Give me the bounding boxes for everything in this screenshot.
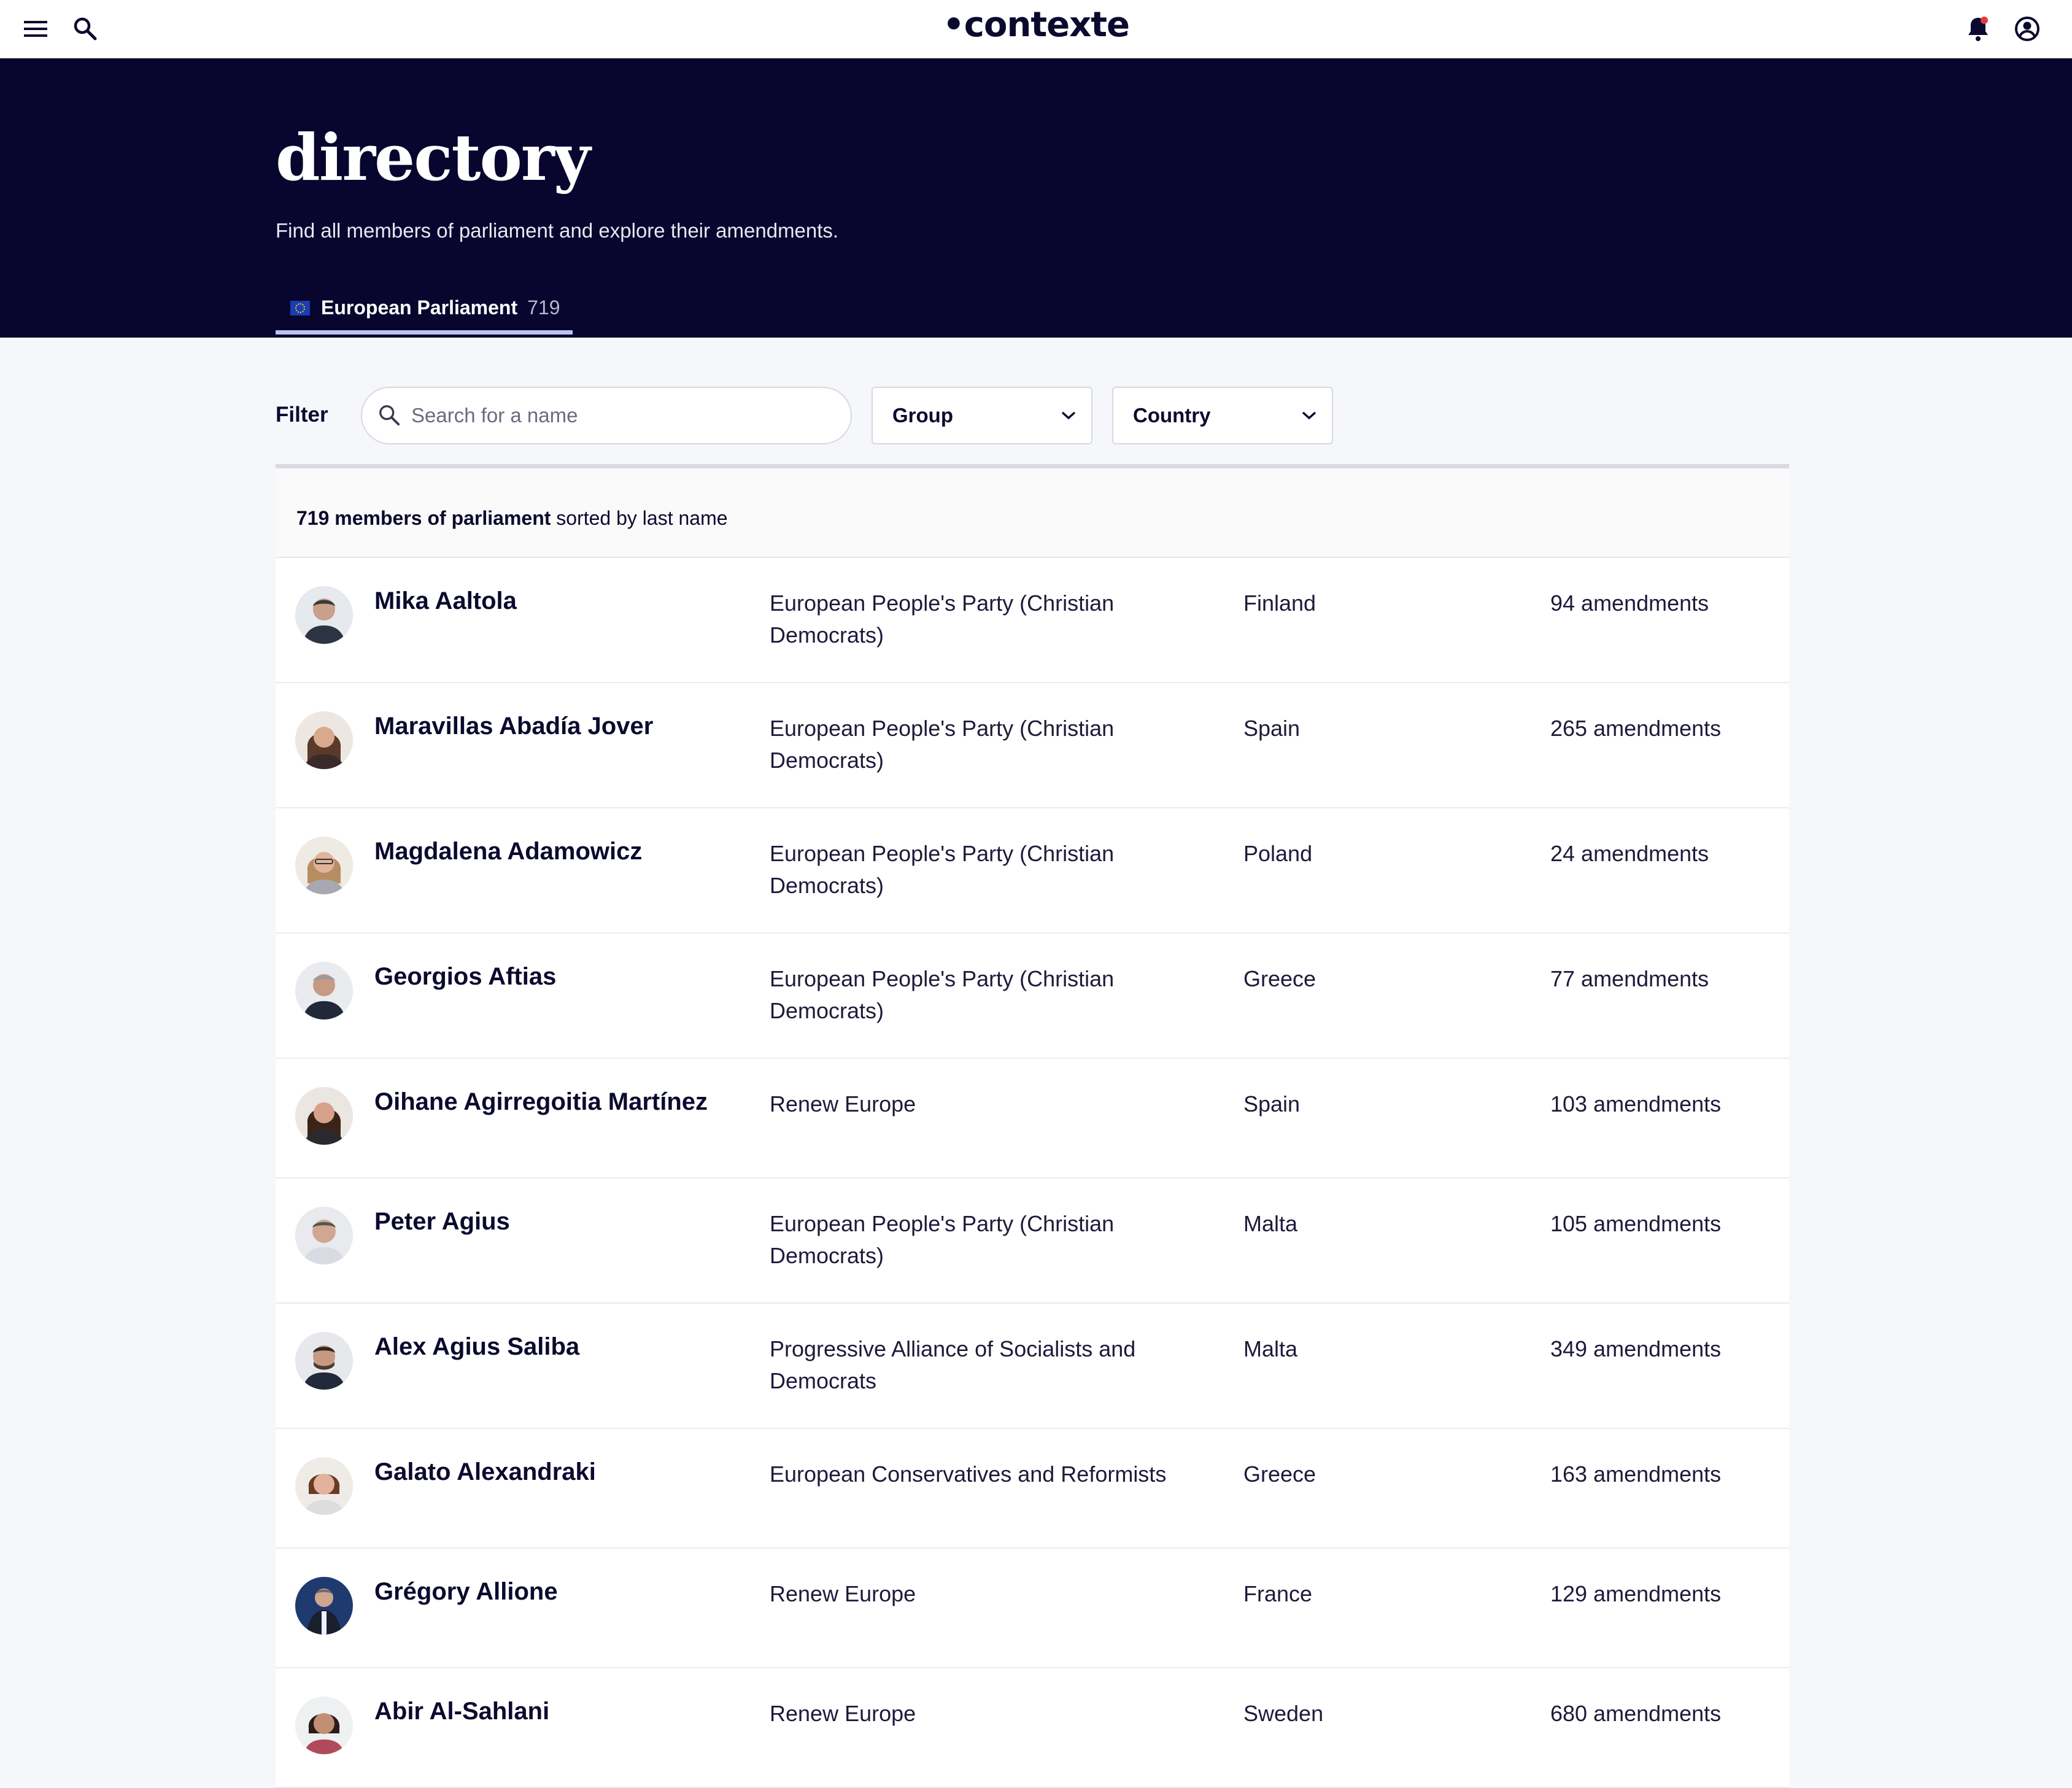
member-group: European People's Party (Christian Democ…: [770, 716, 1115, 773]
search-icon: [379, 405, 400, 426]
table-row[interactable]: Magdalena Adamowicz European People's Pa…: [276, 808, 1789, 934]
member-name[interactable]: Georgios Aftias: [374, 963, 556, 991]
member-name[interactable]: Abir Al-Sahlani: [374, 1698, 549, 1725]
tab-label: European Parliament: [321, 296, 518, 319]
bell-icon[interactable]: [1963, 14, 1993, 44]
country-select[interactable]: Country: [1112, 387, 1333, 444]
member-amendments: 349 amendments: [1550, 1336, 1722, 1361]
member-name[interactable]: Grégory Allione: [374, 1578, 558, 1606]
top-bar: •contexte: [0, 0, 2072, 59]
chevron-down-icon: [1302, 411, 1316, 420]
avatar: [295, 1207, 353, 1264]
member-name[interactable]: Alex Agius Saliba: [374, 1333, 579, 1361]
tab-european-parliament[interactable]: European Parliament 719: [276, 285, 573, 335]
member-country: Poland: [1243, 841, 1313, 866]
table-row[interactable]: Maravillas Abadía Jover European People'…: [276, 683, 1789, 808]
member-country: Sweden: [1243, 1701, 1324, 1726]
members-list: 719 members of parliament sorted by last…: [276, 464, 1789, 1788]
member-group: European People's Party (Christian Democ…: [770, 590, 1115, 648]
member-amendments: 129 amendments: [1550, 1581, 1722, 1606]
page-title: directory: [276, 120, 590, 195]
eu-flag-icon: [290, 300, 310, 315]
member-name[interactable]: Oihane Agirregoitia Martínez: [374, 1088, 708, 1116]
filter-label: Filter: [276, 403, 328, 427]
table-row[interactable]: Oihane Agirregoitia Martínez Renew Europ…: [276, 1059, 1789, 1178]
member-amendments: 680 amendments: [1550, 1701, 1722, 1726]
contexte-logo[interactable]: •contexte: [0, 5, 2072, 45]
avatar: [295, 586, 353, 644]
avatar: [295, 837, 353, 894]
avatar: [295, 711, 353, 769]
results-summary: 719 members of parliament sorted by last…: [276, 468, 1789, 558]
results-count: 719 members of parliament: [296, 507, 551, 529]
member-amendments: 163 amendments: [1550, 1461, 1722, 1487]
group-select-label: Group: [892, 404, 953, 427]
member-amendments: 77 amendments: [1550, 966, 1709, 991]
member-country: Finland: [1243, 590, 1316, 616]
country-select-label: Country: [1133, 404, 1211, 427]
member-country: Spain: [1243, 716, 1301, 741]
table-row[interactable]: Galato Alexandraki European Conservative…: [276, 1429, 1789, 1549]
table-row[interactable]: Mika Aaltola European People's Party (Ch…: [276, 558, 1789, 683]
results-sort: sorted by last name: [551, 507, 728, 529]
avatar: [295, 1332, 353, 1390]
member-group: Progressive Alliance of Socialists and D…: [770, 1336, 1136, 1393]
member-country: Spain: [1243, 1091, 1301, 1117]
chevron-down-icon: [1061, 411, 1076, 420]
avatar: [295, 1087, 353, 1145]
member-name[interactable]: Magdalena Adamowicz: [374, 838, 642, 865]
member-name[interactable]: Mika Aaltola: [374, 587, 517, 615]
table-row[interactable]: Peter Agius European People's Party (Chr…: [276, 1178, 1789, 1304]
member-amendments: 265 amendments: [1550, 716, 1722, 741]
member-name[interactable]: Maravillas Abadía Jover: [374, 713, 653, 740]
user-circle-icon[interactable]: [2012, 14, 2043, 44]
group-select[interactable]: Group: [872, 387, 1092, 444]
member-group: European People's Party (Christian Democ…: [770, 1211, 1115, 1268]
avatar: [295, 1577, 353, 1635]
avatar: [295, 1697, 353, 1754]
member-country: Malta: [1243, 1211, 1298, 1236]
avatar: [295, 962, 353, 1020]
member-country: Malta: [1243, 1336, 1298, 1361]
member-country: Greece: [1243, 1461, 1316, 1487]
member-country: Greece: [1243, 966, 1316, 991]
member-name[interactable]: Galato Alexandraki: [374, 1458, 596, 1486]
hero-banner: directory Find all members of parliament…: [0, 58, 2072, 338]
member-amendments: 24 amendments: [1550, 841, 1709, 866]
member-group: European Conservatives and Reformists: [770, 1461, 1167, 1487]
member-country: France: [1243, 1581, 1313, 1606]
table-row[interactable]: Abir Al-Sahlani Renew Europe Sweden 680 …: [276, 1668, 1789, 1788]
avatar: [295, 1457, 353, 1515]
member-group: Renew Europe: [770, 1581, 916, 1606]
table-row[interactable]: Georgios Aftias European People's Party …: [276, 934, 1789, 1059]
member-amendments: 103 amendments: [1550, 1091, 1722, 1117]
member-group: Renew Europe: [770, 1701, 916, 1726]
search-input[interactable]: [410, 403, 830, 428]
page-subtitle: Find all members of parliament and explo…: [276, 219, 839, 242]
table-row[interactable]: Alex Agius Saliba Progressive Alliance o…: [276, 1304, 1789, 1429]
name-search-field[interactable]: [361, 387, 852, 444]
member-name[interactable]: Peter Agius: [374, 1208, 510, 1236]
member-amendments: 105 amendments: [1550, 1211, 1722, 1236]
table-row[interactable]: Grégory Allione Renew Europe France 129 …: [276, 1549, 1789, 1668]
member-group: Renew Europe: [770, 1091, 916, 1117]
member-group: European People's Party (Christian Democ…: [770, 841, 1115, 898]
member-group: European People's Party (Christian Democ…: [770, 966, 1115, 1023]
member-amendments: 94 amendments: [1550, 590, 1709, 616]
tab-count: 719: [527, 296, 560, 319]
